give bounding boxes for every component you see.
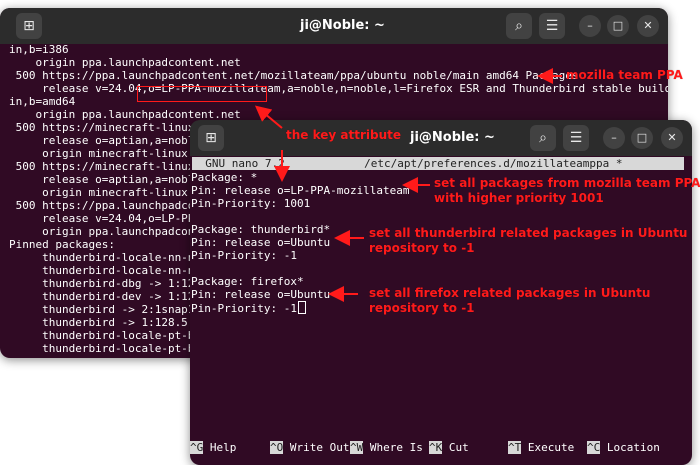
annotation-all-packages: set all packages from mozilla team PPA w… [434,176,700,205]
arrow-to-highlight-box [254,105,283,129]
annotation-thunderbird: set all thunderbird related packages in … [369,226,688,255]
annotation-firefox: set all firefox related packages in Ubun… [369,286,651,315]
annotation-key-attribute: the key attribute [286,128,402,142]
annotation-mozilla-ppa: mozilla team PPA [566,68,683,82]
